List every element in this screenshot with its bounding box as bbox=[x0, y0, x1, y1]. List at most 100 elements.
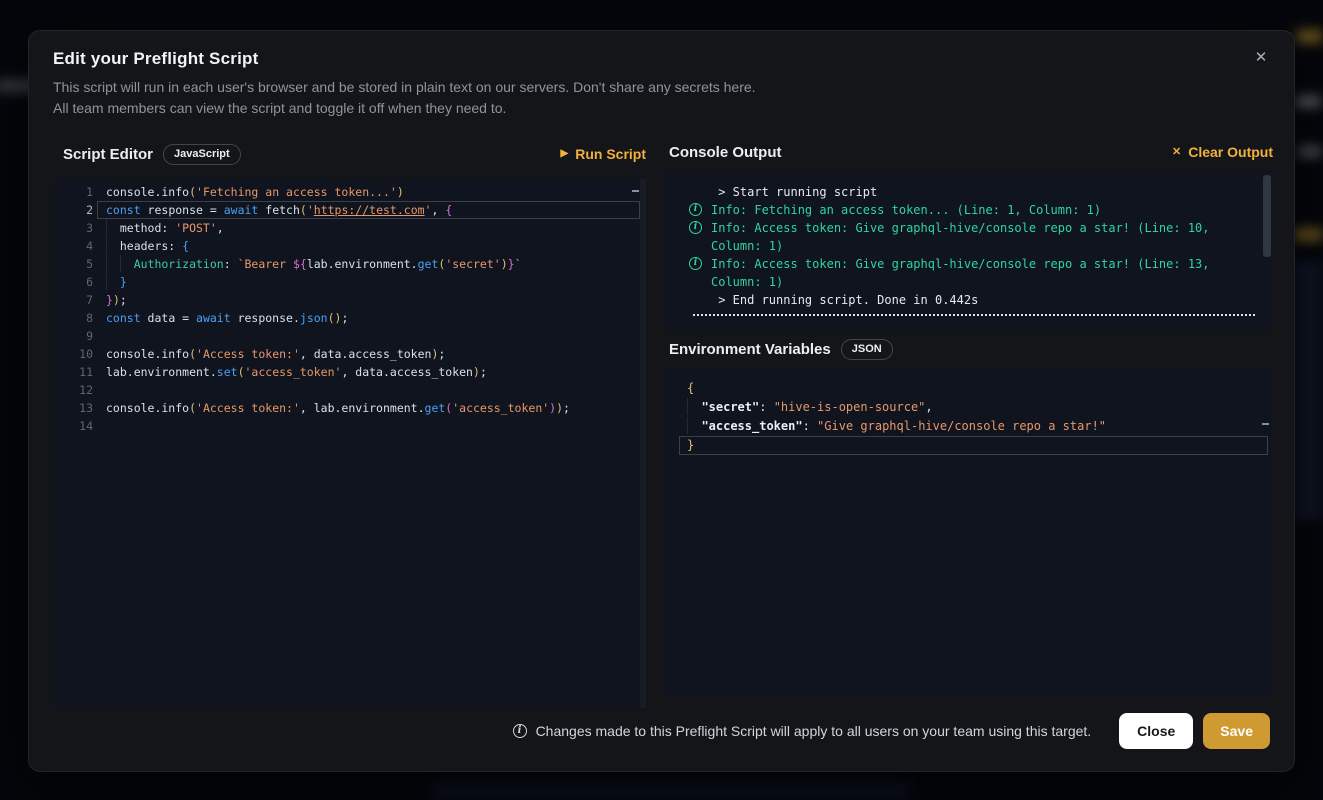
code-token: ( bbox=[300, 203, 307, 217]
code-token: ${ bbox=[293, 257, 307, 271]
run-script-button[interactable]: ▶ Run Script bbox=[561, 146, 646, 162]
backdrop-blur-blob bbox=[1296, 30, 1323, 43]
line-number: 2 bbox=[53, 201, 93, 219]
info-icon bbox=[513, 724, 527, 738]
code-token: , bbox=[217, 221, 224, 235]
code-token: 'secret' bbox=[445, 257, 500, 271]
code-line[interactable]: 7}); bbox=[53, 291, 646, 309]
code-line[interactable]: 14 bbox=[53, 417, 646, 435]
close-button[interactable]: Close bbox=[1119, 713, 1193, 749]
code-token: : bbox=[224, 257, 238, 271]
code-token: 'access_token' bbox=[245, 365, 342, 379]
code-token: set bbox=[217, 365, 238, 379]
console-line-text: Info: Access token: Give graphql-hive/co… bbox=[711, 257, 1217, 289]
code-token: ( bbox=[189, 185, 196, 199]
code-token: , data.access_token bbox=[300, 347, 432, 361]
backdrop-blur-blob bbox=[1297, 146, 1322, 157]
environment-variables-editor[interactable]: { "secret": "hive-is-open-source","access… bbox=[663, 369, 1273, 696]
code-token: https://test.com bbox=[314, 203, 425, 217]
console-header: Console Output ✕ Clear Output bbox=[669, 139, 1273, 165]
close-icon[interactable]: ✕ bbox=[1248, 44, 1274, 70]
code-line[interactable]: 3method: 'POST', bbox=[53, 219, 646, 237]
code-line[interactable]: 11 lab.environment.set('access_token', da… bbox=[53, 363, 646, 381]
code-line[interactable]: 8const data = await response.json(); bbox=[53, 309, 646, 327]
code-line[interactable]: 1 console.info('Fetching an access token.… bbox=[53, 183, 646, 201]
code-text: const response = await fetch('https://te… bbox=[106, 201, 452, 219]
code-text: lab.environment.set('access_token', data… bbox=[106, 363, 487, 381]
code-line[interactable]: 10 console.info('Access token:', data.acc… bbox=[53, 345, 646, 363]
env-line-text: } bbox=[687, 436, 694, 455]
console-line-text: Info: Access token: Give graphql-hive/co… bbox=[711, 221, 1217, 253]
line-number: 6 bbox=[53, 273, 93, 291]
info-circle-icon bbox=[689, 257, 702, 270]
code-token: ' bbox=[307, 203, 314, 217]
env-line[interactable]: { bbox=[663, 379, 1273, 398]
code-token: await bbox=[224, 203, 259, 217]
code-token: ) bbox=[113, 293, 120, 307]
environment-variables-label: Environment Variables bbox=[669, 341, 831, 358]
line-number: 10 bbox=[53, 345, 93, 363]
editor-scrollbar[interactable] bbox=[640, 179, 646, 708]
code-token: } bbox=[687, 438, 694, 452]
line-number: 1 bbox=[53, 183, 93, 201]
code-token: : bbox=[803, 419, 817, 433]
clear-output-button[interactable]: ✕ Clear Output bbox=[1172, 144, 1273, 160]
console-line-text: > End running script. Done in 0.442s bbox=[711, 293, 978, 307]
dialog-description: This script will run in each user's brow… bbox=[53, 77, 756, 119]
code-token: { bbox=[182, 239, 189, 253]
env-line[interactable]: "access_token": "Give graphql-hive/conso… bbox=[663, 417, 1273, 436]
env-line[interactable]: } bbox=[663, 436, 1273, 455]
env-overview-mark bbox=[1262, 423, 1269, 425]
dialog-description-line1: This script will run in each user's brow… bbox=[53, 77, 756, 98]
code-token: ; bbox=[120, 293, 127, 307]
code-token: ) bbox=[501, 257, 508, 271]
indent-guide bbox=[106, 219, 120, 236]
console-output[interactable]: > Start running scriptInfo: Fetching an … bbox=[663, 171, 1273, 331]
code-token: 'Access token:' bbox=[196, 401, 300, 415]
indent-guide bbox=[106, 255, 120, 272]
code-token: console.info bbox=[106, 401, 189, 415]
script-editor-label: Script Editor bbox=[63, 146, 153, 163]
code-token: Authorization bbox=[134, 257, 224, 271]
script-editor-header: Script Editor JavaScript ▶ Run Script bbox=[63, 141, 646, 167]
console-scrollbar-thumb[interactable] bbox=[1263, 175, 1271, 257]
save-button[interactable]: Save bbox=[1203, 713, 1270, 749]
code-text: console.info('Access token:', lab.enviro… bbox=[106, 399, 570, 417]
script-editor[interactable]: 1 console.info('Fetching an access token.… bbox=[53, 179, 646, 708]
env-line[interactable]: "secret": "hive-is-open-source", bbox=[663, 398, 1273, 417]
console-lines: > Start running scriptInfo: Fetching an … bbox=[687, 183, 1255, 316]
code-line[interactable]: 13console.info('Access token:', lab.envi… bbox=[53, 399, 646, 417]
code-token: data = bbox=[141, 311, 196, 325]
code-token: { bbox=[687, 381, 694, 395]
env-line-text: { bbox=[687, 379, 694, 398]
code-token: await bbox=[196, 311, 231, 325]
code-text: Authorization: `Bearer ${lab.environment… bbox=[106, 255, 522, 273]
line-number: 9 bbox=[53, 327, 93, 345]
code-token: ) bbox=[556, 401, 563, 415]
console-line: > End running script. Done in 0.442s bbox=[687, 291, 1255, 309]
code-text: console.info('Access token:', data.acces… bbox=[106, 345, 445, 363]
backdrop-blur-blob bbox=[1293, 228, 1323, 241]
code-text: headers: { bbox=[106, 237, 189, 255]
code-line[interactable]: 12 bbox=[53, 381, 646, 399]
code-token: console.info bbox=[106, 347, 189, 361]
code-token: ` bbox=[515, 257, 522, 271]
code-token: } bbox=[508, 257, 515, 271]
code-token: "Give graphql-hive/console repo a star!" bbox=[817, 419, 1106, 433]
code-token: ( bbox=[189, 401, 196, 415]
code-text: console.info('Fetching an access token..… bbox=[106, 183, 404, 201]
code-token: response = bbox=[141, 203, 224, 217]
indent-guide bbox=[687, 398, 701, 415]
line-number: 12 bbox=[53, 381, 93, 399]
code-line[interactable]: 6} bbox=[53, 273, 646, 291]
line-number: 11 bbox=[53, 363, 93, 381]
code-line[interactable]: 4headers: { bbox=[53, 237, 646, 255]
line-number: 3 bbox=[53, 219, 93, 237]
code-line[interactable]: 2 const response = await fetch('https://t… bbox=[53, 201, 646, 219]
code-token: } bbox=[106, 293, 113, 307]
code-line[interactable]: 5Authorization: `Bearer ${lab.environmen… bbox=[53, 255, 646, 273]
code-token: ( bbox=[238, 365, 245, 379]
code-line[interactable]: 9 bbox=[53, 327, 646, 345]
code-token: "hive-is-open-source" bbox=[774, 400, 926, 414]
env-lines: { "secret": "hive-is-open-source","access… bbox=[663, 379, 1273, 455]
